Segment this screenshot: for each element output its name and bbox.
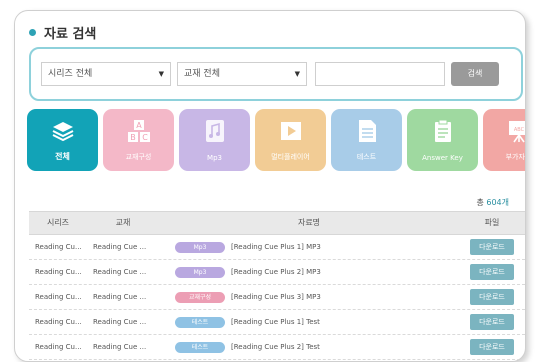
header-book: 교재 <box>115 218 131 227</box>
section-header: 자료 검색 <box>29 23 96 42</box>
category-test[interactable]: 테스트 <box>331 109 402 171</box>
cell-file: 다운로드 <box>459 339 525 355</box>
result-count: 총 604개 <box>476 197 509 208</box>
download-button[interactable]: 다운로드 <box>470 339 514 355</box>
cell-book: Reading Cue ... <box>93 268 147 276</box>
table-row: Reading Cu... Reading Cue ... Mp3 [Readi… <box>29 260 525 285</box>
category-mp3[interactable]: Mp3 <box>179 109 250 171</box>
cell-material: Mp3 [Reading Cue Plus 1] MP3 <box>159 241 459 253</box>
download-button[interactable]: 다운로드 <box>470 264 514 280</box>
material-name: [Reading Cue Plus 3] MP3 <box>231 293 321 301</box>
bullet-dot-icon <box>29 29 36 36</box>
svg-text:C: C <box>142 133 148 142</box>
type-badge: Mp3 <box>175 241 225 253</box>
book-select[interactable]: 교재 전체 ▼ <box>177 62 307 86</box>
material-name: [Reading Cue Plus 1] Test <box>231 318 320 326</box>
series-select-value: 시리즈 전체 <box>48 69 93 79</box>
cell-material: 테스트 [Reading Cue Plus 2] Test <box>159 341 459 353</box>
cell-series: Reading Cu... <box>35 293 82 301</box>
cell-book: Reading Cue ... <box>93 293 147 301</box>
music-note-icon <box>205 120 224 142</box>
section-title: 자료 검색 <box>44 27 97 42</box>
download-button[interactable]: 다운로드 <box>470 314 514 330</box>
category-answer-key[interactable]: Answer Key <box>407 109 478 171</box>
cell-series: Reading Cu... <box>35 243 82 251</box>
category-label: 테스트 <box>356 153 377 161</box>
chevron-down-icon: ▼ <box>158 70 164 78</box>
category-label: 부가자료 <box>505 153 525 161</box>
cell-material: 테스트 [Reading Cue Plus 1] Test <box>159 316 459 328</box>
svg-text:ABC: ABC <box>513 127 524 133</box>
material-name: [Reading Cue Plus 1] MP3 <box>231 243 321 251</box>
header-material: 자료명 <box>297 218 321 227</box>
cell-series: Reading Cu... <box>35 343 82 351</box>
search-panel: 자료 검색 시리즈 전체 ▼ 교재 전체 ▼ 검색 전체 A B C 교재구성 … <box>14 10 526 362</box>
cell-material: Mp3 [Reading Cue Plus 2] MP3 <box>159 266 459 278</box>
download-button[interactable]: 다운로드 <box>470 239 514 255</box>
stack-icon <box>52 122 73 142</box>
material-name: [Reading Cue Plus 2] MP3 <box>231 268 321 276</box>
category-label: 교재구성 <box>125 153 152 161</box>
table-row: Reading Cu... Reading Cue ... 테스트 [Readi… <box>29 310 525 335</box>
test-sheet-icon <box>358 120 376 142</box>
abc-blocks-icon: A B C <box>127 120 150 142</box>
header-file: 파일 <box>484 218 500 227</box>
table-row: Reading Cu... Reading Cue ... Mp3 [Readi… <box>29 235 525 260</box>
cell-series: Reading Cu... <box>35 318 82 326</box>
chevron-down-icon: ▼ <box>294 70 300 78</box>
table-row: Reading Cu... Reading Cue ... 교재구성 [Read… <box>29 285 525 310</box>
cell-book: Reading Cue ... <box>93 318 147 326</box>
cell-file: 다운로드 <box>459 239 525 255</box>
header-series: 시리즈 <box>46 218 70 227</box>
category-label: 전체 <box>55 152 70 161</box>
result-count-prefix: 총 <box>476 198 484 207</box>
series-select[interactable]: 시리즈 전체 ▼ <box>41 62 171 86</box>
category-label: Mp3 <box>207 154 222 162</box>
category-book-structure[interactable]: A B C 교재구성 <box>103 109 174 171</box>
type-badge: 테스트 <box>175 316 225 328</box>
clipboard-icon <box>434 119 451 142</box>
category-label: 멀티플레이어 <box>271 153 310 161</box>
category-all[interactable]: 전체 <box>27 109 98 171</box>
category-label: Answer Key <box>422 154 463 162</box>
material-name: [Reading Cue Plus 2] Test <box>231 343 320 351</box>
category-tabs: 전체 A B C 교재구성 Mp3 멀티플레이어 테스트 Answer Key … <box>27 109 525 171</box>
type-badge: 테스트 <box>175 341 225 353</box>
result-count-value: 604개 <box>486 198 509 207</box>
type-badge: 교재구성 <box>175 291 225 303</box>
svg-text:B: B <box>130 133 136 142</box>
category-extra-materials[interactable]: ABC 부가자료 <box>483 109 525 171</box>
play-icon <box>280 122 301 140</box>
cell-series: Reading Cu... <box>35 268 82 276</box>
svg-text:A: A <box>136 121 142 130</box>
book-select-value: 교재 전체 <box>184 69 220 79</box>
keyword-input[interactable] <box>315 62 445 86</box>
search-form: 시리즈 전체 ▼ 교재 전체 ▼ 검색 <box>29 47 523 101</box>
cell-file: 다운로드 <box>459 314 525 330</box>
cell-book: Reading Cue ... <box>93 243 147 251</box>
cell-material: 교재구성 [Reading Cue Plus 3] MP3 <box>159 291 459 303</box>
cell-file: 다운로드 <box>459 289 525 305</box>
category-multiplayer[interactable]: 멀티플레이어 <box>255 109 326 171</box>
easel-icon: ABC <box>508 121 525 143</box>
search-button[interactable]: 검색 <box>451 62 499 86</box>
table-row: Reading Cu... Reading Cue ... 테스트 [Readi… <box>29 335 525 360</box>
table-header: 시리즈 교재 자료명 파일 <box>29 211 525 235</box>
cell-file: 다운로드 <box>459 264 525 280</box>
results-table: 시리즈 교재 자료명 파일 Reading Cu... Reading Cue … <box>29 211 525 360</box>
download-button[interactable]: 다운로드 <box>470 289 514 305</box>
cell-book: Reading Cue ... <box>93 343 147 351</box>
type-badge: Mp3 <box>175 266 225 278</box>
